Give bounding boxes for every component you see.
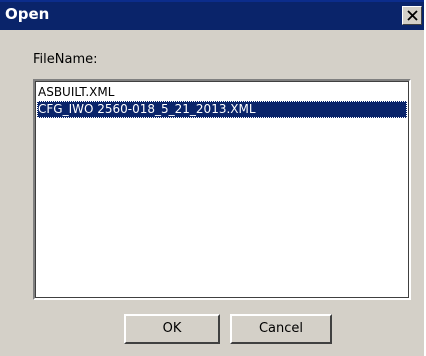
file-listbox[interactable]: ASBUILT.XML CFG_IWO 2560-018_5_21_2013.X…: [33, 79, 411, 300]
list-item-cfg-iwo[interactable]: CFG_IWO 2560-018_5_21_2013.XML: [37, 101, 407, 118]
close-icon: [407, 10, 418, 21]
filename-label: FileName:: [33, 52, 98, 67]
open-dialog: Open FileName: ASBUILT.XML CFG_IWO 2560-…: [0, 0, 426, 356]
ok-button[interactable]: OK: [124, 314, 220, 344]
list-item-asbuilt[interactable]: ASBUILT.XML: [37, 84, 407, 101]
file-list: ASBUILT.XML CFG_IWO 2560-018_5_21_2013.X…: [37, 84, 407, 118]
dialog-title: Open: [5, 5, 50, 23]
title-bar[interactable]: Open: [0, 0, 424, 30]
close-button[interactable]: [402, 6, 422, 25]
cancel-button[interactable]: Cancel: [230, 314, 332, 344]
